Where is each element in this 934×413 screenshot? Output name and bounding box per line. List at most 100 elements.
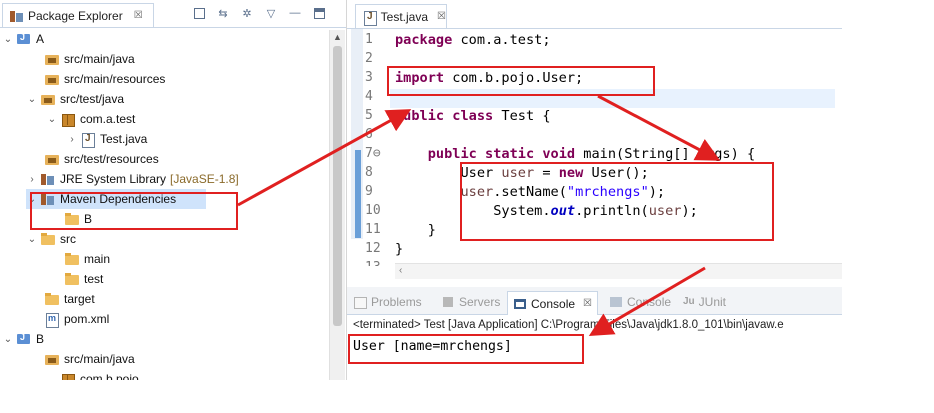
tree-item-src[interactable]: ⌄ src	[26, 229, 76, 249]
code-text: com.b.pojo.User;	[444, 70, 584, 86]
java-file-icon	[362, 10, 377, 26]
source-folder-icon	[44, 352, 60, 366]
java-project-icon	[16, 332, 32, 346]
tab-console-2[interactable]: Console	[609, 292, 671, 312]
tree-item-dependency-b[interactable]: B	[50, 209, 92, 229]
scroll-up-icon[interactable]: ▲	[333, 32, 342, 42]
explorer-scrollbar[interactable]: ▲	[329, 30, 345, 380]
code-text: );	[681, 203, 698, 219]
tree-item-pom-xml[interactable]: pom.xml	[30, 309, 109, 329]
tab-label: Problems	[371, 295, 422, 309]
console-icon	[513, 298, 527, 310]
focus-icon[interactable]: ✲	[240, 6, 254, 20]
junit-icon: Ju	[683, 296, 695, 307]
maximize-icon[interactable]	[312, 6, 326, 20]
view-menu-icon[interactable]: ▽	[264, 6, 278, 20]
folder-icon	[40, 232, 56, 246]
method-range-indicator	[355, 150, 361, 238]
expand-chevron-icon[interactable]: ⌄	[26, 94, 38, 105]
code-line-12: }	[395, 241, 403, 260]
expand-chevron-icon[interactable]: ⌄	[26, 194, 38, 205]
keyword: public	[427, 146, 477, 162]
tab-label: JUnit	[698, 295, 727, 309]
package-explorer-tab[interactable]: Package Explorer ☒	[2, 3, 154, 27]
line-number: 2	[365, 51, 373, 66]
console-view: Problems Servers Console ☒ Console Ju JU…	[347, 287, 842, 380]
expand-chevron-icon[interactable]: ›	[26, 174, 38, 185]
jre-version-label: [JavaSE-1.8]	[170, 172, 239, 186]
keyword: new	[558, 165, 584, 181]
tree-item-com-a-test[interactable]: ⌄ com.a.test	[46, 109, 135, 129]
expand-chevron-icon[interactable]: ⌄	[2, 34, 14, 45]
tree-item-project-a[interactable]: ⌄ A	[2, 29, 44, 49]
tree-item-main[interactable]: main	[50, 249, 110, 269]
expand-chevron-icon[interactable]: ⌄	[46, 114, 58, 125]
package-icon	[60, 372, 76, 380]
servers-icon	[441, 296, 455, 308]
tree-item-test-java[interactable]: › Test.java	[66, 129, 147, 149]
code-text: User	[460, 165, 502, 181]
package-icon	[60, 112, 76, 127]
tab-problems[interactable]: Problems	[353, 292, 422, 312]
expand-chevron-icon[interactable]: ⌄	[2, 334, 14, 345]
current-line-highlight	[390, 89, 835, 108]
tab-console[interactable]: Console ☒	[507, 291, 598, 315]
tree-item-target[interactable]: target	[30, 289, 95, 309]
code-line-1: package com.a.test;	[395, 32, 551, 51]
editor-tab-test-java[interactable]: Test.java ☒	[355, 4, 447, 28]
minimize-icon[interactable]: —	[288, 6, 302, 20]
tree-item-label: A	[36, 32, 45, 46]
tree-item-label: B	[36, 332, 45, 346]
tree-item-src-main-java[interactable]: src/main/java	[30, 49, 135, 69]
tree-item-label: pom.xml	[64, 312, 110, 326]
tree-item-project-b[interactable]: ⌄ B	[2, 329, 44, 349]
tab-label: Console	[627, 295, 672, 309]
tree-item-com-b-pojo[interactable]: com.b.pojo	[46, 369, 139, 380]
keyword: static	[485, 146, 535, 162]
keyword: import	[395, 70, 445, 86]
folder-icon	[64, 272, 80, 286]
console-output: User [name=mrchengs]	[353, 339, 512, 354]
static-field: out	[550, 203, 576, 219]
tree-item-label: src/test/resources	[64, 152, 159, 166]
java-editor: Test.java ☒ 1 2 3 4 5 6 7⊖ 8 9 10 11 12 …	[347, 0, 842, 283]
close-icon[interactable]: ☒	[134, 10, 143, 21]
expand-chevron-icon[interactable]: ⌄	[26, 234, 38, 245]
tree-item-src-test-java[interactable]: ⌄ src/test/java	[26, 89, 124, 109]
tree-item-test[interactable]: test	[50, 269, 103, 289]
package-explorer-title: Package Explorer	[28, 8, 123, 23]
tree-item-label: com.a.test	[80, 112, 136, 126]
editor-horizontal-scrollbar[interactable]: ‹	[395, 263, 842, 279]
close-icon[interactable]: ☒	[437, 11, 446, 22]
code-text: User();	[583, 165, 649, 181]
code-text: =	[534, 165, 559, 181]
tree-item-maven-dependencies[interactable]: ⌄ Maven Dependencies	[26, 189, 206, 209]
java-file-icon	[80, 132, 96, 148]
scrollbar-thumb[interactable]	[333, 46, 342, 326]
code-text: Test {	[493, 108, 551, 124]
keyword: class	[452, 108, 494, 124]
tree-item-label: Maven Dependencies	[60, 192, 177, 206]
tab-divider	[0, 27, 346, 28]
variable: user	[460, 184, 494, 200]
tree-item-src-main-resources[interactable]: src/main/resources	[30, 69, 165, 89]
close-icon[interactable]: ☒	[583, 298, 592, 309]
expand-chevron-icon[interactable]: ›	[66, 134, 78, 145]
tab-junit[interactable]: Ju JUnit	[683, 292, 726, 312]
scroll-left-icon[interactable]: ‹	[399, 265, 402, 276]
tree-item-jre-system-library[interactable]: › JRE System Library [JavaSE-1.8]	[26, 169, 239, 189]
tree-item-label: JRE System Library	[60, 172, 167, 186]
tree-item-b-src-main-java[interactable]: src/main/java	[30, 349, 135, 369]
library-icon	[40, 172, 56, 186]
tree-item-label: com.b.pojo	[80, 372, 139, 380]
tree-item-label: B	[84, 212, 93, 226]
tab-divider	[347, 28, 842, 29]
tab-label: Servers	[459, 295, 501, 309]
tab-servers[interactable]: Servers	[441, 292, 500, 312]
package-explorer-view: Package Explorer ☒ ⇆ ✲ ▽ — ⌄ A src/main/…	[0, 0, 347, 380]
link-with-editor-icon[interactable]: ⇆	[216, 6, 230, 20]
folder-icon	[64, 212, 80, 226]
xml-file-icon	[44, 312, 60, 328]
tree-item-src-test-resources[interactable]: src/test/resources	[30, 149, 159, 169]
collapse-all-icon[interactable]	[192, 6, 206, 20]
